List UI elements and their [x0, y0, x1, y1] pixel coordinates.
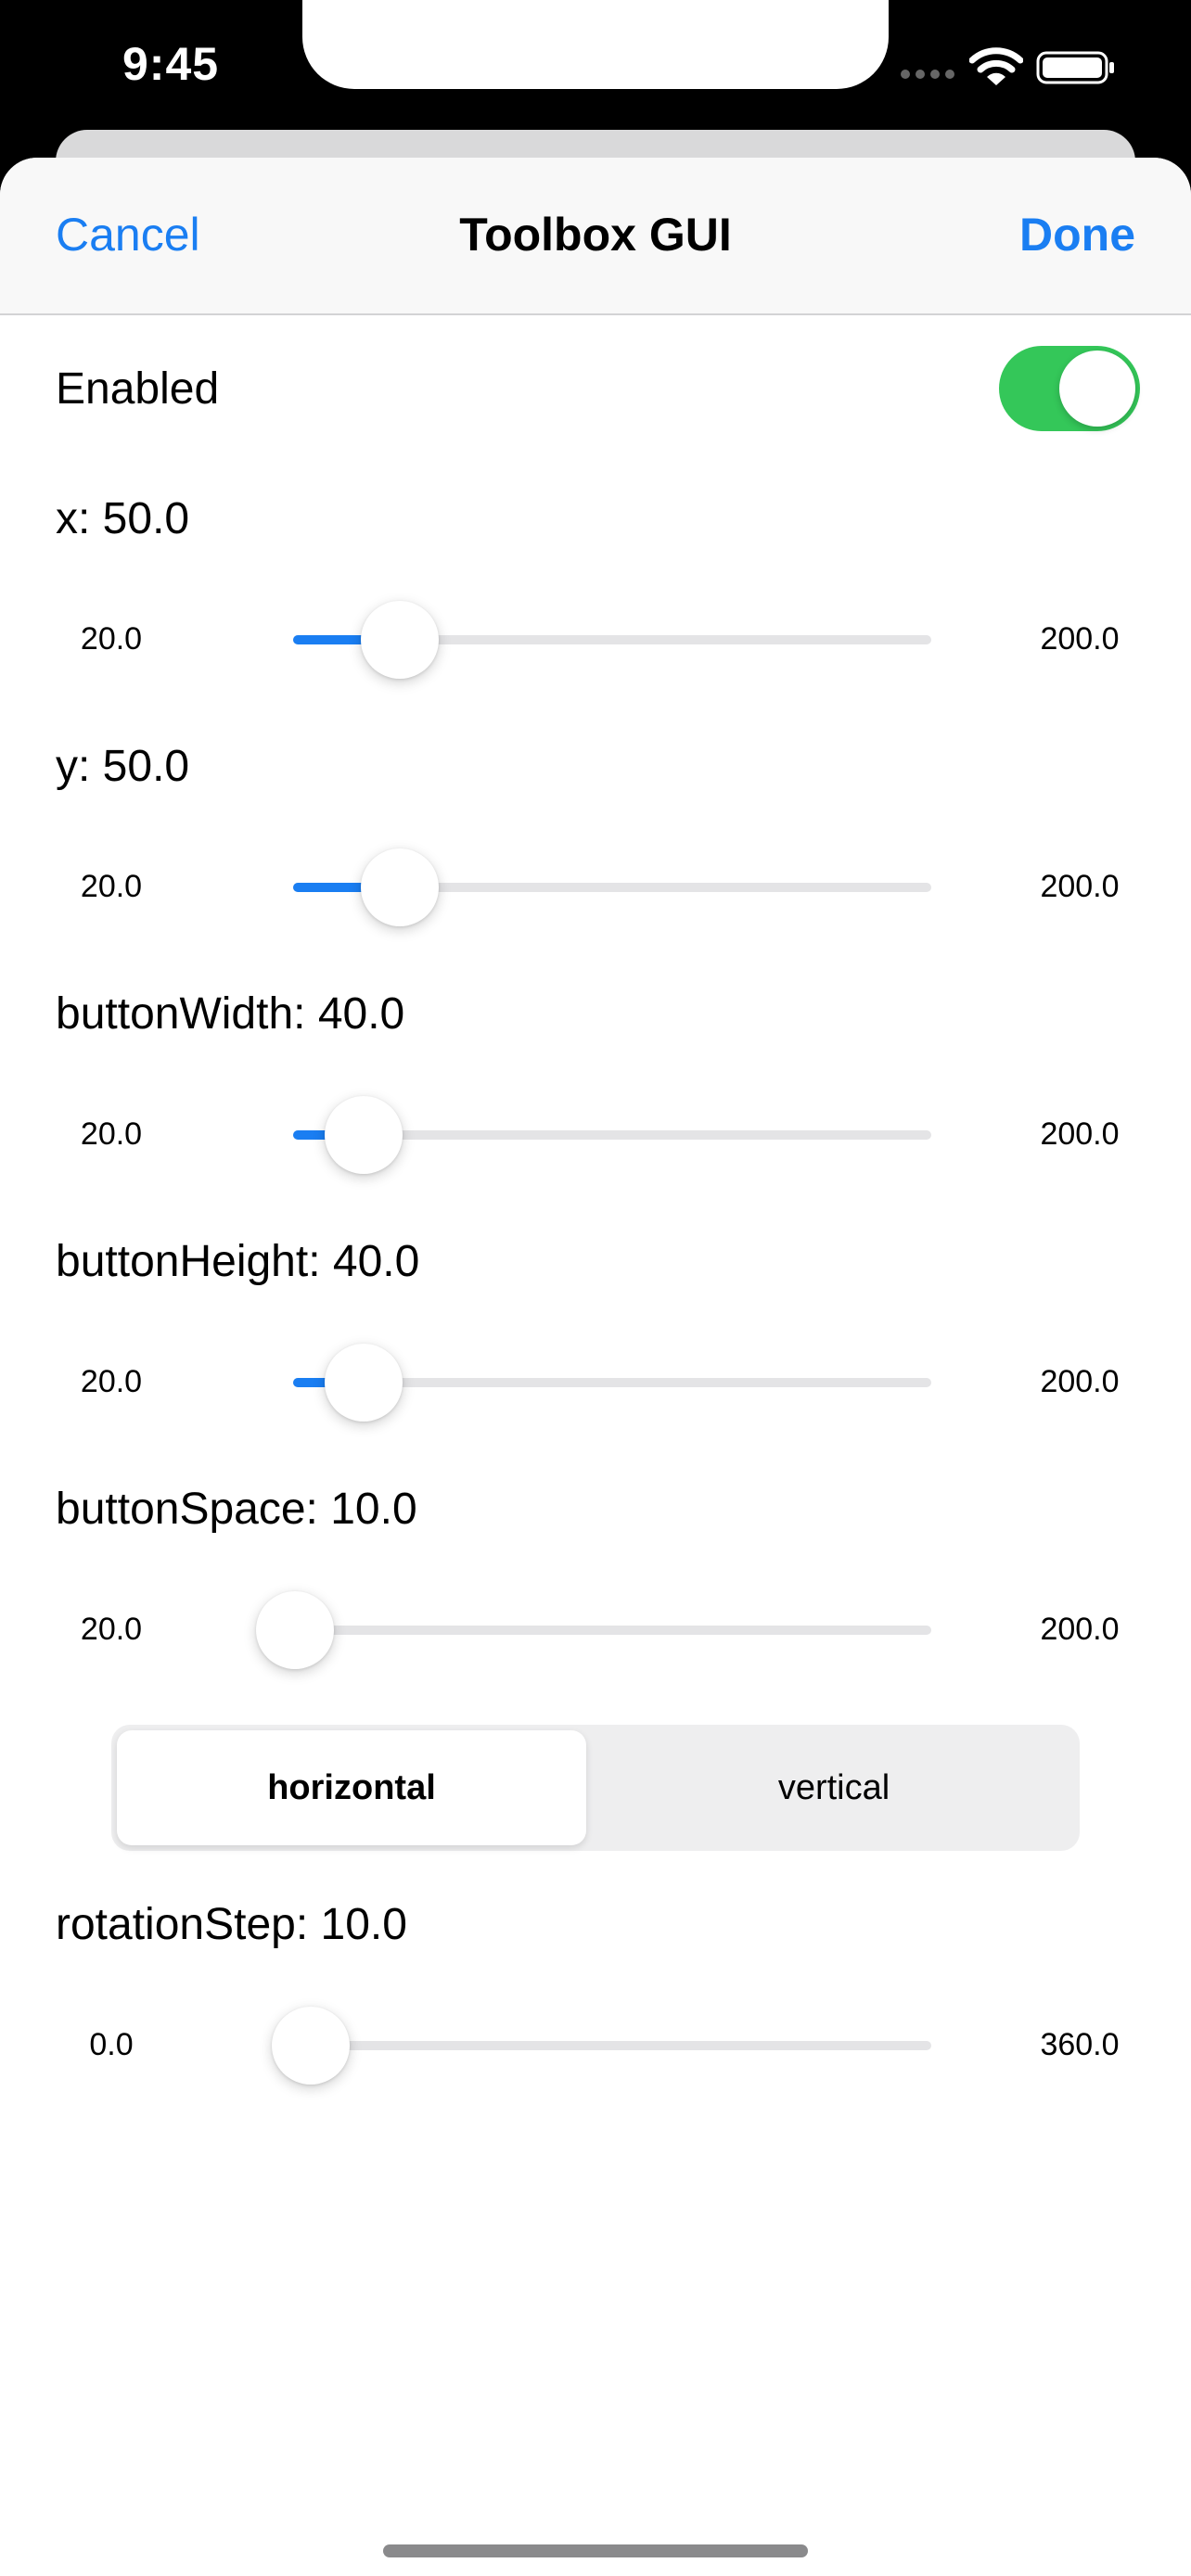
button-width-min-label: 20.0: [80, 1116, 143, 1152]
rotation-step-slider[interactable]: [272, 2007, 931, 2085]
cellular-signal-icon: [901, 70, 954, 79]
x-min-label: 20.0: [80, 621, 143, 657]
rotation-step-slider-thumb[interactable]: [272, 2007, 351, 2085]
enabled-toggle[interactable]: [999, 346, 1140, 431]
rotation-step-label: rotationStep: 10.0: [56, 1900, 407, 1949]
x-slider-thumb[interactable]: [360, 601, 439, 679]
toggle-knob[interactable]: [1059, 351, 1135, 427]
battery-icon: [1036, 51, 1114, 84]
button-space-slider-thumb[interactable]: [256, 1591, 334, 1669]
button-space-slider[interactable]: [256, 1591, 931, 1669]
x-slider[interactable]: [293, 601, 931, 679]
y-label: y: 50.0: [56, 742, 190, 791]
y-slider-thumb[interactable]: [360, 848, 439, 926]
button-width-label: buttonWidth: 40.0: [56, 989, 405, 1039]
button-space-min-label: 20.0: [80, 1612, 143, 1647]
x-max-label: 200.0: [1040, 621, 1120, 657]
home-indicator: [383, 2544, 808, 2557]
button-height-slider-thumb[interactable]: [325, 1344, 403, 1422]
y-max-label: 200.0: [1040, 869, 1120, 904]
button-width-slider[interactable]: [293, 1096, 931, 1174]
navigation-bar: Toolbox GUI Cancel Done: [0, 158, 1191, 315]
rotation-step-min-label: 0.0: [89, 2027, 134, 2062]
x-label: x: 50.0: [56, 494, 190, 543]
segment-horizontal[interactable]: horizontal: [117, 1730, 586, 1845]
y-slider[interactable]: [293, 848, 931, 926]
toolbox-sheet: Toolbox GUI Cancel Done Enabled x: 50.0 …: [0, 158, 1191, 2576]
button-space-label: buttonSpace: 10.0: [56, 1485, 417, 1534]
wifi-icon: [969, 47, 1023, 85]
done-button[interactable]: Done: [1019, 208, 1135, 261]
button-width-max-label: 200.0: [1040, 1116, 1120, 1152]
button-height-slider[interactable]: [293, 1344, 931, 1422]
button-height-label: buttonHeight: 40.0: [56, 1237, 420, 1286]
enabled-label: Enabled: [56, 364, 220, 414]
rotation-step-max-label: 360.0: [1040, 2027, 1120, 2062]
cancel-button[interactable]: Cancel: [56, 208, 200, 261]
button-space-max-label: 200.0: [1040, 1612, 1120, 1647]
button-width-slider-thumb[interactable]: [325, 1096, 403, 1174]
button-height-max-label: 200.0: [1040, 1364, 1120, 1399]
button-height-min-label: 20.0: [80, 1364, 143, 1399]
device-notch: [302, 0, 889, 89]
orientation-segmented-control: horizontal vertical: [111, 1725, 1080, 1851]
status-time: 9:45: [122, 38, 220, 90]
status-bar: 9:45: [0, 0, 1191, 130]
segment-vertical[interactable]: vertical: [594, 1730, 1074, 1845]
y-min-label: 20.0: [80, 869, 143, 904]
